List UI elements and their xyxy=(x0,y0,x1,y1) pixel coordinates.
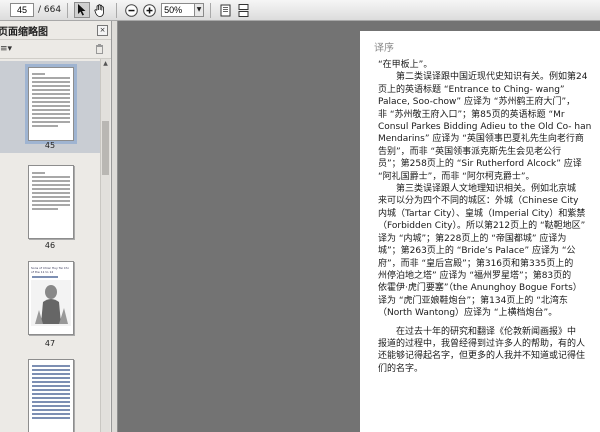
continuous-page-icon[interactable] xyxy=(235,2,251,18)
thumbnail-page-46[interactable] xyxy=(28,165,74,239)
thumbnail-list: 45 46 Sons of Chiar Huy Tai Chi of the 1… xyxy=(0,59,100,432)
toolbar-separator xyxy=(210,2,212,18)
engraving-illustration xyxy=(31,280,71,326)
thumbnail-page-47[interactable]: Sons of Chiar Huy Tai Chi of the 11 to 1… xyxy=(28,261,74,335)
text-line: 译为 “内城”；第228页上的 “帝国都城” 应译为 xyxy=(378,233,567,244)
thumbnail-scrollbar[interactable]: ▲ xyxy=(100,59,110,432)
text-line: “在甲板上”。 xyxy=(378,60,433,70)
panel-title: 页面缩略图 xyxy=(0,26,48,38)
text-line: 非 “苏州敬王府入口”；第85页的英语标题 “Mr xyxy=(378,109,565,120)
text-line: “阿礼国爵士”，而非 “阿尔柯克爵士”。 xyxy=(378,171,535,182)
thumbnail-label: 45 xyxy=(44,141,56,150)
thumbnail-caption: Sons of Chiar Huy Tai Chi of the 11 to 1… xyxy=(31,266,69,274)
text-line: 告别”，而非 “英国领事派克斯先生会见老公行 xyxy=(378,146,562,157)
text-line: 府”，而非 “皇后宫殿”；第316页和第335页上的 xyxy=(378,258,574,269)
page-total: / 664 xyxy=(38,5,62,15)
text-line: 员”；第258页上的 “Sir Rutherford Alcock” 应译 xyxy=(378,159,582,170)
text-line: 第二类误译跟中国近现代史知识有关。例如第24 xyxy=(378,72,588,83)
text-line: 在过去十年的研究和翻译《伦敦新闻画报》中 xyxy=(378,326,577,337)
text-line: 内城（Tartar City）、皇城（Imperial City）和紫禁 xyxy=(378,208,586,219)
hand-icon[interactable] xyxy=(92,2,108,18)
text-line: 译为 “虎门亚娘鞋炮台”；第134页上的 “北湾东 xyxy=(378,295,568,306)
select-arrow-icon[interactable] xyxy=(74,2,91,18)
text-line: 来可以分为四个不同的城区：外城（Chinese City xyxy=(378,196,579,207)
document-viewport[interactable]: 译序 “在甲板上”。 第二类误译跟中国近现代史知识有关。例如第24 页上的英语标题… xyxy=(118,21,600,432)
text-line: （North Wantong）应译为 “上横档炮台”。 xyxy=(378,308,558,319)
chevron-down-icon[interactable]: ▼ xyxy=(195,3,205,17)
text-line: Mendarins” 应译为 “英国领事巴夏礼先生向老行商 xyxy=(378,134,584,145)
thumbnail-page-48[interactable] xyxy=(28,359,74,432)
toolbar-separator xyxy=(116,2,118,18)
text-line: 报道的过程中，我曾经得到过许多人的帮助，有的人 xyxy=(378,338,586,349)
thumbnail-page-45[interactable] xyxy=(25,64,77,144)
scroll-up-icon[interactable]: ▲ xyxy=(102,60,109,67)
document-page: 译序 “在甲板上”。 第二类误译跟中国近现代史知识有关。例如第24 页上的英语标题… xyxy=(360,31,600,432)
text-line: 还能够记得起名字，但更多的人我并不知道或记得住 xyxy=(378,351,586,362)
zoom-level-input[interactable] xyxy=(161,3,196,17)
page-body-text: “在甲板上”。 第二类误译跟中国近现代史知识有关。例如第24 页上的英语标题 “E… xyxy=(378,59,600,375)
panel-header: 页面缩略图 × xyxy=(0,21,111,39)
text-line: 页上的英语标题 “Entrance to Ching- wang” xyxy=(378,84,565,95)
scroll-thumb[interactable] xyxy=(102,121,109,175)
panel-options-bar: ≡▾ xyxy=(0,39,111,59)
single-page-icon[interactable] xyxy=(217,2,233,18)
text-line: 依霍伊·虎门要塞”（the Anunghoy Bogue Forts） xyxy=(378,283,582,294)
toolbar: / 664 ▼ xyxy=(0,0,600,21)
thumbnail-label: 46 xyxy=(44,241,56,250)
text-line: 城”；第263页上的 “Bride’s Palace” 应译为 “公 xyxy=(378,246,576,257)
text-line: （Forbidden City）。所以第212页上的 “鞑靼地区” xyxy=(378,221,586,232)
trash-icon[interactable] xyxy=(95,44,104,57)
page-number-input[interactable] xyxy=(10,3,34,17)
text-line: Consul Parkes Bidding Adieu to the Old C… xyxy=(378,122,592,133)
thumbnail-label: 47 xyxy=(44,339,56,348)
options-menu-button[interactable]: ≡▾ xyxy=(0,44,12,54)
text-line: 州停泊地之塔” 应译为 “福州罗星塔”；第83页的 xyxy=(378,270,572,281)
text-line: 第三类误译跟人文地理知识相关。例如北京城 xyxy=(378,184,577,195)
zoom-in-icon[interactable] xyxy=(141,2,157,18)
text-line: 们的名字。 xyxy=(378,363,424,374)
page-thumbnails-panel: 页面缩略图 × ≡▾ 45 46 Sons of Chiar Huy Tai C… xyxy=(0,21,112,432)
close-icon[interactable]: × xyxy=(97,25,108,36)
running-header: 译序 xyxy=(374,43,394,54)
toolbar-separator xyxy=(67,2,69,18)
text-line: Palace, Soo-chow” 应译为 “苏州鹤王府大门”， xyxy=(378,97,576,108)
zoom-out-icon[interactable] xyxy=(123,2,139,18)
